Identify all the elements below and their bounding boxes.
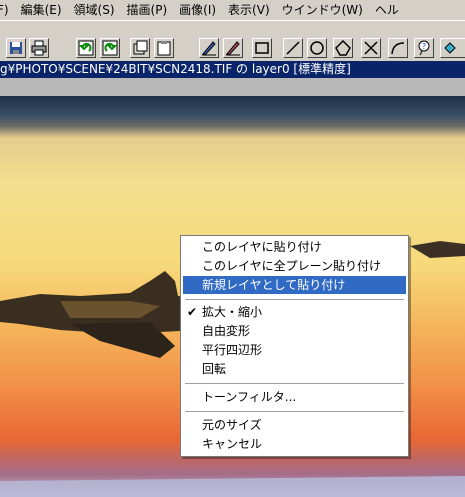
menu-item-label: 平行四辺形 (202, 343, 263, 357)
menu-item-rotate[interactable]: 回転 (183, 360, 406, 378)
menu-file[interactable]: F) (0, 0, 15, 20)
save-icon[interactable] (6, 38, 26, 58)
menu-item-scale[interactable]: ✔ 拡大・縮小 (183, 303, 406, 321)
menu-item-label: キャンセル (202, 437, 263, 451)
toolbar: ? (0, 20, 465, 60)
paste-icon[interactable] (154, 38, 174, 58)
document-title-bar: g¥PHOTO¥SCENE¥24BIT¥SCN2418.TIF の layer0… (0, 61, 465, 78)
copy-icon[interactable] (130, 38, 150, 58)
menu-separator (185, 383, 404, 384)
menu-item-label: 拡大・縮小 (202, 305, 263, 319)
menu-edit[interactable]: 編集(E) (15, 0, 68, 20)
menu-item-label: 新規レイヤとして貼り付け (202, 278, 346, 292)
svg-text:?: ? (422, 42, 426, 51)
menu-item-parallelogram[interactable]: 平行四辺形 (183, 341, 406, 359)
menu-bar: F) 編集(E) 領域(S) 描画(P) 画像(I) 表示(V) ウインドウ(W… (0, 0, 465, 20)
fill-icon[interactable] (440, 38, 465, 58)
menu-item-label: 回転 (202, 362, 227, 376)
document-path: g¥PHOTO¥SCENE¥24BIT¥SCN2418.TIF の layer0… (0, 62, 351, 76)
undo-icon[interactable] (76, 38, 96, 58)
menu-draw[interactable]: 描画(P) (121, 0, 174, 20)
cross-icon[interactable] (361, 38, 381, 58)
menu-item-original-size[interactable]: 元のサイズ (183, 416, 406, 434)
checkmark-icon: ✔ (187, 305, 198, 319)
redo-icon[interactable] (100, 38, 120, 58)
menu-item-paste-as-new-layer[interactable]: 新規レイヤとして貼り付け (183, 276, 406, 294)
print-icon[interactable] (29, 38, 49, 58)
menu-item-label: このレイヤに全プレーン貼り付け (202, 259, 382, 273)
menu-item-label: トーンフィルタ... (202, 390, 297, 404)
balloon-icon[interactable]: ? (414, 38, 434, 58)
menu-item-label: 自由変形 (202, 324, 251, 338)
menu-item-label: このレイヤに貼り付け (202, 240, 322, 254)
menu-window[interactable]: ウインドウ(W) (276, 0, 369, 20)
eraser-icon[interactable] (223, 38, 243, 58)
context-menu: このレイヤに貼り付け このレイヤに全プレーン貼り付け 新規レイヤとして貼り付け … (180, 235, 409, 457)
menu-item-paste-to-layer[interactable]: このレイヤに貼り付け (183, 238, 406, 256)
menu-item-tone-filter[interactable]: トーンフィルタ... (183, 388, 406, 406)
circle-icon[interactable] (307, 38, 327, 58)
menu-selection[interactable]: 領域(S) (68, 0, 121, 20)
pen-icon[interactable] (199, 38, 219, 58)
menu-item-label: 元のサイズ (202, 418, 262, 432)
menu-view[interactable]: 表示(V) (222, 0, 276, 20)
menu-separator (185, 411, 404, 412)
menu-item-paste-all-planes[interactable]: このレイヤに全プレーン貼り付け (183, 257, 406, 275)
polygon-icon[interactable] (333, 38, 353, 58)
menu-help[interactable]: ヘル (369, 0, 405, 20)
menu-item-free-transform[interactable]: 自由変形 (183, 322, 406, 340)
menu-image[interactable]: 画像(I) (173, 0, 222, 20)
menu-item-cancel[interactable]: キャンセル (183, 435, 406, 453)
canvas-header-strip (0, 78, 465, 96)
menu-separator (185, 299, 404, 300)
rectangle-icon[interactable] (252, 38, 272, 58)
line-icon[interactable] (283, 38, 303, 58)
curve-icon[interactable] (388, 38, 408, 58)
